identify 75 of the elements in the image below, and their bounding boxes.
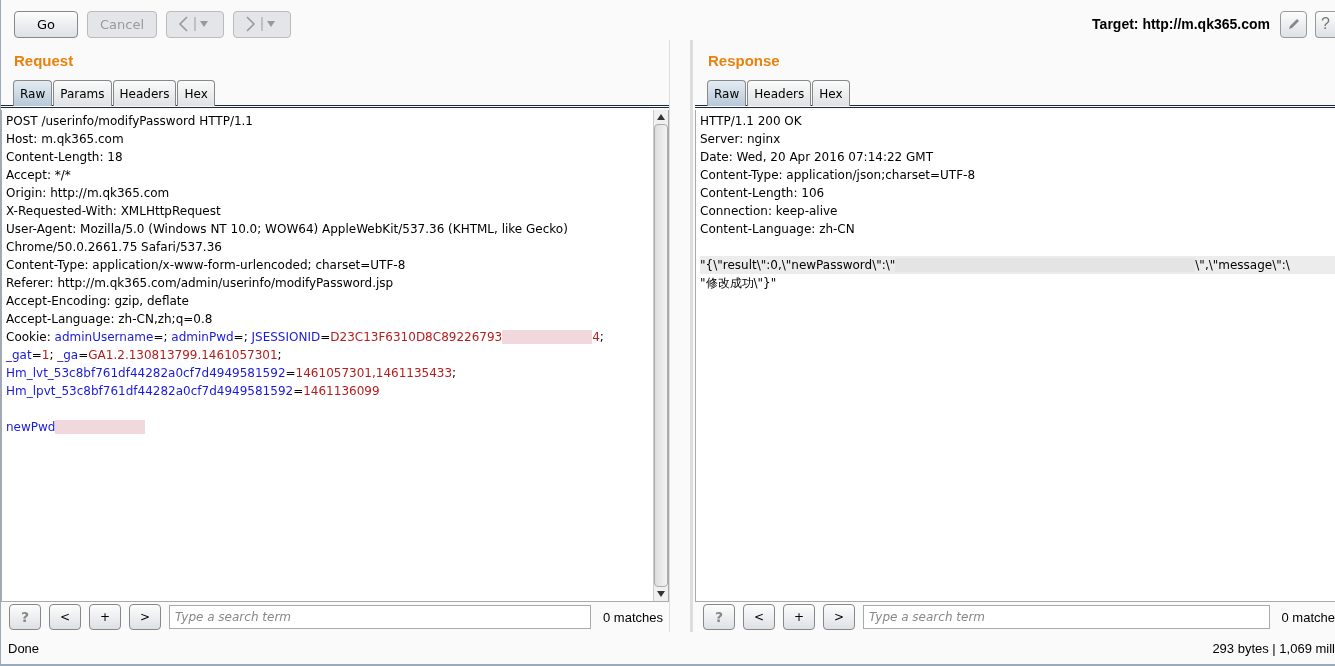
code-text: ; (277, 347, 282, 364)
tab[interactable]: Hex (177, 80, 215, 106)
param-name: Hm_lvt_53c8bf761df44282a0cf7d4949581592 (6, 365, 286, 382)
search-nav-button[interactable]: + (89, 604, 121, 630)
code-text: Content-Length: 106 (700, 185, 825, 202)
param-value: GA1.2.130813799.1461057301 (88, 347, 278, 364)
code-text: ; (49, 347, 55, 364)
code-text: Accept-Language: zh-CN,zh;q=0.8 (6, 311, 213, 328)
code-text: Content-Language: zh-CN (700, 221, 855, 238)
code-text: X-Requested-With: XMLHttpRequest (6, 203, 221, 220)
code-text: "{\"result\":0,\"newPassword\":\" (700, 257, 896, 274)
tab[interactable]: Raw (13, 80, 53, 106)
param-name: _gat (6, 347, 32, 364)
param-name: JSESSIONID (251, 329, 321, 346)
code-text: User-Agent: Mozilla/5.0 (Windows NT 10.0; WOW64) AppleWebKit/537.36 (KHTML, like Gecko) (6, 221, 568, 238)
scroll-down-icon[interactable] (657, 591, 665, 597)
param-value: 1461136099 (303, 383, 380, 400)
param-value: 4 (592, 329, 600, 346)
code-text: Content-Type: application/json;charset=UTF-8 (700, 167, 976, 184)
search-field[interactable]: Type a search term (169, 605, 591, 629)
code-text: = (293, 383, 304, 400)
code-text: Accept: */* (6, 167, 71, 184)
param-name: adminPwd (171, 329, 234, 346)
param-name: newPwd (6, 419, 56, 436)
pane-title: Response (707, 51, 781, 71)
pencil-button[interactable] (1280, 10, 1307, 38)
code-text: HTTP/1.1 200 OK (700, 113, 802, 130)
search-nav-button[interactable]: + (783, 604, 815, 630)
search-nav-button[interactable]: < (49, 604, 81, 630)
code-text: Origin: http://m.qk365.com (6, 185, 170, 202)
code-text: = (31, 347, 42, 364)
code-text: Host: m.qk365.com (6, 131, 124, 148)
param-name: Hm_lpvt_53c8bf761df44282a0cf7d4949581592 (6, 383, 294, 400)
code-text: = (320, 329, 331, 346)
match-count: 0 matche (1280, 609, 1335, 625)
code-text: ; (599, 329, 604, 346)
param-name: adminUsername (54, 329, 154, 346)
code-text: ; (452, 365, 457, 382)
code-text: = (78, 347, 89, 364)
code-text: POST /userinfo/modifyPassword HTTP/1.1 (6, 113, 253, 130)
scrollbar[interactable] (653, 110, 668, 601)
code-text: Referer: http://m.qk365.com/admin/userinfo/modifyPassword.jsp (6, 275, 394, 292)
status-text: Done (8, 640, 40, 656)
code-text: "修改成功\"}" (700, 275, 777, 292)
scroll-up-icon[interactable] (657, 114, 665, 120)
code-text: \",\"message\":\ (1195, 257, 1290, 274)
code-text: Connection: keep-alive (700, 203, 838, 220)
code-text: =; (153, 329, 169, 346)
status-info: 293 bytes | 1,069 mill (1212, 640, 1335, 656)
search-field[interactable]: Type a search term (863, 605, 1270, 629)
toolbar-button[interactable]: Go (14, 10, 78, 38)
target-label: Target: http://m.qk365.com (1092, 16, 1270, 32)
match-count: 0 matches (602, 609, 664, 625)
tab[interactable]: Params (53, 80, 112, 106)
code-text: Accept-Encoding: gzip, deflate (6, 293, 189, 310)
search-nav-button[interactable]: > (129, 604, 161, 630)
search-nav-button[interactable]: < (743, 604, 775, 630)
help-button[interactable]: ? (1315, 10, 1335, 38)
code-text: =; (233, 329, 249, 346)
pane-title: Request (13, 51, 75, 71)
code-text: Content-Length: 18 (6, 149, 123, 166)
param-name: _ga (57, 347, 79, 364)
code-text: Chrome/50.0.2661.75 Safari/537.36 (6, 239, 222, 256)
code-text: Cookie: (6, 329, 52, 346)
tab[interactable]: Headers (112, 80, 177, 106)
code-text: Server: nginx (700, 131, 781, 148)
code-text: Date: Wed, 20 Apr 2016 07:14:22 GMT (700, 149, 934, 166)
tab[interactable]: Raw (707, 80, 747, 106)
tab[interactable]: Headers (747, 80, 812, 106)
code-text: Content-Type: application/x-www-form-urlencoded; charset=UTF-8 (6, 257, 406, 274)
search-nav-button[interactable]: > (823, 604, 855, 630)
tab[interactable]: Hex (812, 80, 850, 106)
param-value: D23C13F6310D8C89226793 (330, 329, 503, 346)
code-text: = (285, 365, 296, 382)
param-value: 1461057301,1461135433 (295, 365, 453, 382)
